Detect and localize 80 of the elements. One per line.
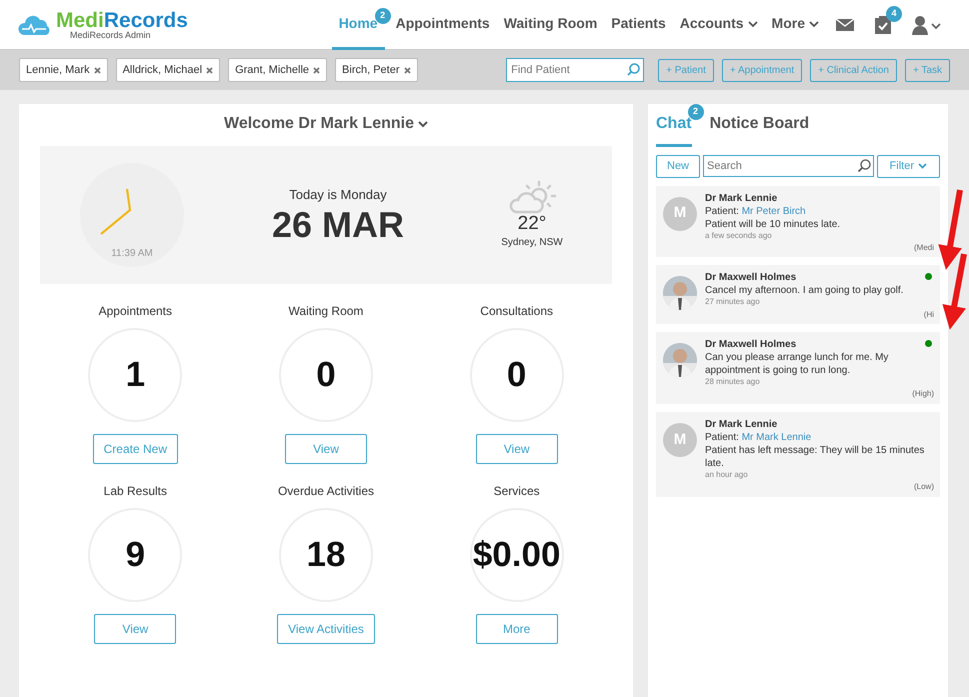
close-icon[interactable]: [313, 66, 320, 74]
priority-label: (Low): [914, 482, 934, 492]
close-icon[interactable]: [94, 66, 101, 74]
date-display: 26 MAR: [270, 204, 406, 245]
mail-icon[interactable]: [836, 16, 854, 32]
message-time: 27 minutes ago: [705, 297, 761, 308]
stat-value: 9: [88, 508, 182, 602]
action-button[interactable]: + Appointment: [722, 58, 802, 82]
stat-label: Appointments: [98, 303, 174, 320]
sender-name: Dr Maxwell Holmes: [705, 338, 798, 352]
patient-tab[interactable]: Alldrick, Michael: [116, 58, 220, 82]
search-field[interactable]: Search: [703, 155, 874, 177]
weather-location: Sydney, NSW: [500, 236, 564, 250]
message-card[interactable]: Dr Maxwell Holmes Can you please arrange lunch for me. My appointment is going to run long. 28 minutes ago (High): [656, 332, 940, 404]
find-patient-field[interactable]: Find Patient: [506, 58, 644, 82]
sender-name: Dr Maxwell Holmes: [705, 271, 798, 284]
stat-label: Consultations: [479, 303, 554, 320]
brand-name: MediRecords: [56, 10, 188, 30]
search-icon[interactable]: [856, 159, 871, 173]
stat-label: Overdue Activities: [276, 483, 375, 500]
welcome-heading[interactable]: Welcome Dr Mark Lennie: [224, 112, 414, 136]
stat-button[interactable]: View: [94, 614, 176, 644]
stat-value: 0: [278, 328, 373, 422]
stat-button[interactable]: Create New: [92, 434, 178, 464]
priority-label: (High): [912, 389, 934, 398]
patient-label: Patient:: [705, 432, 739, 443]
message-card[interactable]: Dr Maxwell Holmes Cancel my afternoon. I am going to play golf. 27 minutes ago (Hi: [656, 265, 940, 324]
message-text: Can you please arrange lunch for me. My appointment is going to run long.: [705, 351, 890, 378]
stat-value: $0.00: [470, 508, 564, 602]
temperature: 22°: [516, 214, 548, 235]
nav-link[interactable]: Appointments: [388, 0, 497, 50]
stat-label: Services: [492, 483, 541, 500]
stat-button[interactable]: View: [476, 434, 558, 464]
chevron-down-icon[interactable]: [418, 120, 428, 128]
patient-tab[interactable]: Grant, Michelle: [228, 58, 328, 82]
sender-name: Dr Mark Lennie: [705, 192, 778, 204]
stat-button[interactable]: View Activities: [277, 614, 375, 644]
priority-label: (Hi: [924, 310, 934, 319]
message-time: 28 minutes ago: [705, 377, 761, 388]
patient-tab[interactable]: Lennie, Mark: [19, 58, 108, 82]
chevron-down-icon[interactable]: [748, 21, 758, 28]
close-icon[interactable]: [206, 66, 214, 74]
panel-tab[interactable]: Notice Board: [710, 112, 810, 147]
close-icon[interactable]: [404, 66, 411, 74]
stat-value: 1: [88, 328, 182, 422]
action-button[interactable]: + Patient: [658, 58, 714, 82]
message-text: Cancel my afternoon. I am going to play golf.: [705, 284, 904, 298]
action-button[interactable]: + Clinical Action: [810, 58, 897, 82]
nav-link[interactable]: Accounts: [672, 0, 751, 50]
nav-link[interactable]: More: [764, 0, 812, 50]
message-time: a few seconds ago: [705, 230, 773, 241]
action-button[interactable]: + Task: [905, 58, 950, 82]
brand-subtitle: MediRecords Admin: [70, 30, 152, 40]
nav-link[interactable]: Patients: [604, 0, 673, 50]
stat-label: Waiting Room: [288, 303, 364, 320]
chevron-down-icon[interactable]: [809, 21, 819, 28]
stat-label: Lab Results: [102, 483, 168, 500]
patient-link[interactable]: Mr Peter Birch: [742, 206, 806, 216]
stat-value: 18: [278, 508, 373, 602]
clock-hands-icon: [100, 188, 132, 236]
clipboard-check-icon[interactable]: [874, 16, 892, 34]
message-text: Patient will be 10 minutes late.: [705, 218, 842, 230]
new-button[interactable]: New: [656, 155, 700, 178]
notification-badge: 4: [886, 6, 902, 22]
stat-button[interactable]: More: [476, 614, 558, 644]
patient-link[interactable]: Mr Mark Lennie: [742, 432, 812, 443]
priority-label: (Medi: [914, 242, 934, 252]
filter-button[interactable]: Filter: [876, 155, 940, 178]
user-icon[interactable]: [912, 14, 941, 34]
patient-tab[interactable]: Birch, Peter: [335, 58, 418, 82]
message-text: Patient has left message: They will be 15 minutes late.: [705, 444, 926, 470]
message-time: an hour ago: [705, 470, 749, 480]
stat-value: 0: [470, 328, 564, 422]
sender-name: Dr Mark Lennie: [705, 418, 778, 431]
stat-button[interactable]: View: [284, 434, 367, 464]
patient-label: Patient:: [705, 206, 739, 216]
day-label: Today is Monday: [288, 186, 388, 204]
nav-link[interactable]: Waiting Room: [496, 0, 604, 50]
chevron-down-icon: [918, 163, 927, 170]
clock-time: 11:39 AM: [110, 247, 154, 261]
